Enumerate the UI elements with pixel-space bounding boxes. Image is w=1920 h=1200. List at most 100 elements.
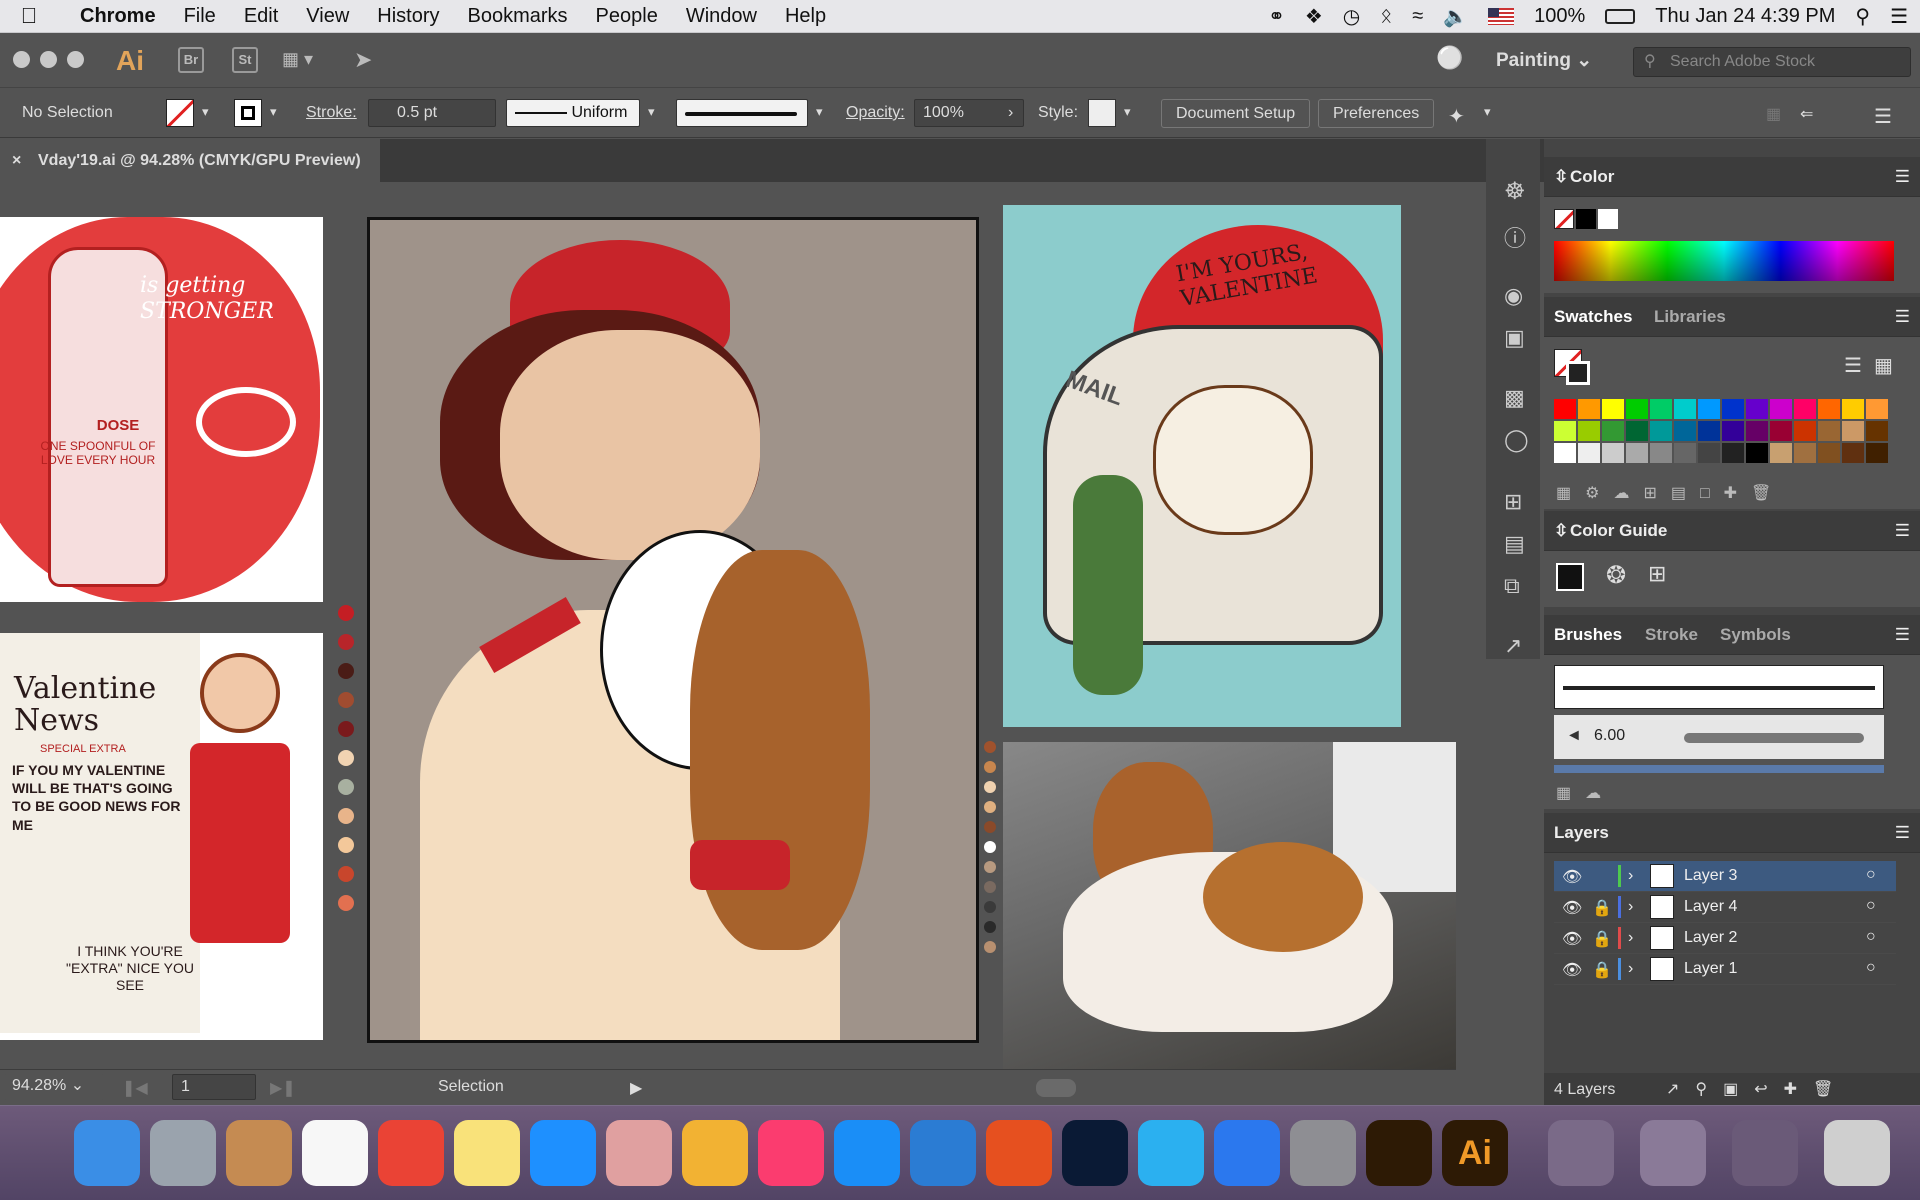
puppet-dropdown-icon[interactable]: ▾	[1484, 104, 1491, 120]
visibility-eye-icon[interactable]: 👁	[1562, 929, 1582, 949]
color-guide-menu-icon[interactable]: ☰	[1895, 521, 1910, 541]
workspace-switcher[interactable]: Painting ⌄	[1496, 49, 1592, 72]
tab-swatches[interactable]: Swatches	[1554, 307, 1632, 327]
palette-swatch[interactable]	[984, 861, 996, 873]
minimize-window-button[interactable]	[40, 51, 57, 68]
swatch-grid[interactable]	[1554, 399, 1894, 465]
swatch[interactable]	[1554, 399, 1576, 419]
palette-swatch[interactable]	[338, 692, 354, 708]
swatch[interactable]	[1770, 443, 1792, 463]
brush-definition[interactable]	[676, 99, 808, 127]
swatch[interactable]	[1626, 443, 1648, 463]
export-icon[interactable]: ↗	[1504, 633, 1522, 659]
brush-dropdown-icon[interactable]: ▾	[816, 104, 823, 120]
target-circle-icon[interactable]: ○	[1866, 959, 1876, 977]
menu-file[interactable]: File	[170, 5, 230, 28]
powerpoint-icon[interactable]	[986, 1120, 1052, 1186]
word-icon[interactable]	[910, 1120, 976, 1186]
harmony-rules-icon[interactable]: ❂	[1606, 561, 1626, 590]
screen-sharing-icon[interactable]	[1138, 1120, 1204, 1186]
visibility-eye-icon[interactable]: 👁	[1562, 960, 1582, 980]
trash-icon[interactable]	[1824, 1120, 1890, 1186]
photos-icon[interactable]	[682, 1120, 748, 1186]
lock-icon[interactable]: 🔒	[1592, 898, 1612, 918]
palette-swatch[interactable]	[984, 901, 996, 913]
menu-people[interactable]: People	[582, 5, 672, 28]
lightbulb-icon[interactable]: ⚪	[1436, 45, 1463, 71]
palette-swatch[interactable]	[338, 808, 354, 824]
collapse-icon[interactable]: ⇳	[1554, 167, 1568, 187]
profile-dropdown-icon[interactable]: ▾	[648, 104, 655, 120]
calendar-icon[interactable]	[302, 1120, 368, 1186]
brush-charcoal[interactable]	[1554, 665, 1884, 709]
palette-swatch[interactable]	[338, 779, 354, 795]
menu-window[interactable]: Window	[672, 5, 771, 28]
opacity-arrow-icon[interactable]: ›	[1008, 104, 1013, 122]
graphic-style-swatch[interactable]	[1088, 99, 1116, 127]
swatch[interactable]	[1746, 443, 1768, 463]
swatch[interactable]	[1698, 399, 1720, 419]
dropbox-icon[interactable]	[1214, 1120, 1280, 1186]
swatch[interactable]	[1626, 399, 1648, 419]
artwork-girl-and-dog-illustration[interactable]	[367, 217, 979, 1043]
palette-swatch[interactable]	[338, 605, 354, 621]
gpu-performance-icon[interactable]: ➤	[354, 47, 372, 73]
illustrator-icon[interactable]: Ai	[1442, 1120, 1508, 1186]
fill-dropdown-icon[interactable]: ▾	[202, 104, 209, 120]
safari-icon[interactable]	[530, 1120, 596, 1186]
target-circle-icon[interactable]: ○	[1866, 928, 1876, 946]
swatch[interactable]	[1650, 421, 1672, 441]
bluetooth-icon[interactable]: ᛟ	[1380, 5, 1392, 28]
appearance-icon[interactable]: ◉	[1504, 283, 1523, 309]
swatch[interactable]	[1794, 421, 1816, 441]
layer-row[interactable]: 👁 🔒 › Layer 1 ○	[1554, 954, 1896, 985]
brush-bristle[interactable]: ◄ 6.00	[1554, 715, 1884, 759]
flag-icon[interactable]	[1488, 8, 1515, 25]
collapse-icon-2[interactable]: ⇳	[1554, 521, 1568, 541]
menu-history[interactable]: History	[363, 5, 453, 28]
swatch[interactable]	[1674, 399, 1696, 419]
color-guide-panel-header[interactable]: ⇳ Color Guide ☰	[1544, 511, 1920, 551]
swatch[interactable]	[1770, 399, 1792, 419]
spotlight-icon[interactable]: ⚲	[1855, 4, 1870, 29]
style-dropdown-icon[interactable]: ▾	[1124, 104, 1131, 120]
battery-icon[interactable]	[1605, 9, 1636, 24]
target-circle-icon[interactable]: ○	[1866, 897, 1876, 915]
transform-panel-icon[interactable]: ▣	[1504, 325, 1525, 351]
canvas[interactable]: is getting STRONGER DOSE ONE SPOONFUL OF…	[0, 183, 1456, 1069]
layer-row[interactable]: 👁 🔒 › Layer 4 ○	[1554, 892, 1896, 923]
swatch[interactable]	[1674, 421, 1696, 441]
control-menu-icon[interactable]: ☰	[1874, 104, 1892, 129]
preferences-button[interactable]: Preferences	[1318, 99, 1435, 128]
zoom-level-field[interactable]: 94.28% ⌄	[4, 1074, 104, 1100]
palette-swatch[interactable]	[984, 821, 996, 833]
window-thumbnail-3[interactable]	[1732, 1120, 1798, 1186]
stroke-swatch[interactable]	[234, 99, 262, 127]
menu-app-name[interactable]: Chrome	[58, 5, 170, 28]
swatch[interactable]	[1602, 443, 1624, 463]
launchpad-icon[interactable]	[150, 1120, 216, 1186]
notification-center-icon[interactable]: ☰	[1890, 4, 1908, 29]
palette-swatch[interactable]	[984, 841, 996, 853]
itunes-icon[interactable]	[758, 1120, 824, 1186]
finder-icon[interactable]	[74, 1120, 140, 1186]
photo-booth-icon[interactable]	[606, 1120, 672, 1186]
swatch[interactable]	[1842, 399, 1864, 419]
palette-swatch[interactable]	[338, 750, 354, 766]
system-preferences-icon[interactable]	[1366, 1120, 1432, 1186]
palette-swatch[interactable]	[338, 837, 354, 853]
target-circle-icon[interactable]: ○	[1866, 866, 1876, 884]
layer-name[interactable]: Layer 3	[1684, 867, 1737, 885]
menu-edit[interactable]: Edit	[230, 5, 292, 28]
stock-button[interactable]: St	[232, 47, 258, 73]
document-setup-button[interactable]: Document Setup	[1161, 99, 1311, 128]
stroke-dropdown-icon[interactable]: ▾	[270, 104, 277, 120]
arrange-documents-icon[interactable]: ▦ ▾	[282, 49, 313, 70]
swatch[interactable]	[1794, 443, 1816, 463]
grid-view-icon[interactable]: ▦	[1874, 353, 1893, 378]
swatch[interactable]	[1818, 399, 1840, 419]
align-panel-icon[interactable]: ▤	[1504, 531, 1525, 557]
variable-width-profile[interactable]: Uniform	[506, 99, 640, 127]
swatch-actions-icons[interactable]: ▦⚙☁⊞▤□✚🗑	[1556, 483, 1785, 503]
layer-actions-icons[interactable]: ↗⚲▣↩✚🗑	[1666, 1079, 1849, 1099]
